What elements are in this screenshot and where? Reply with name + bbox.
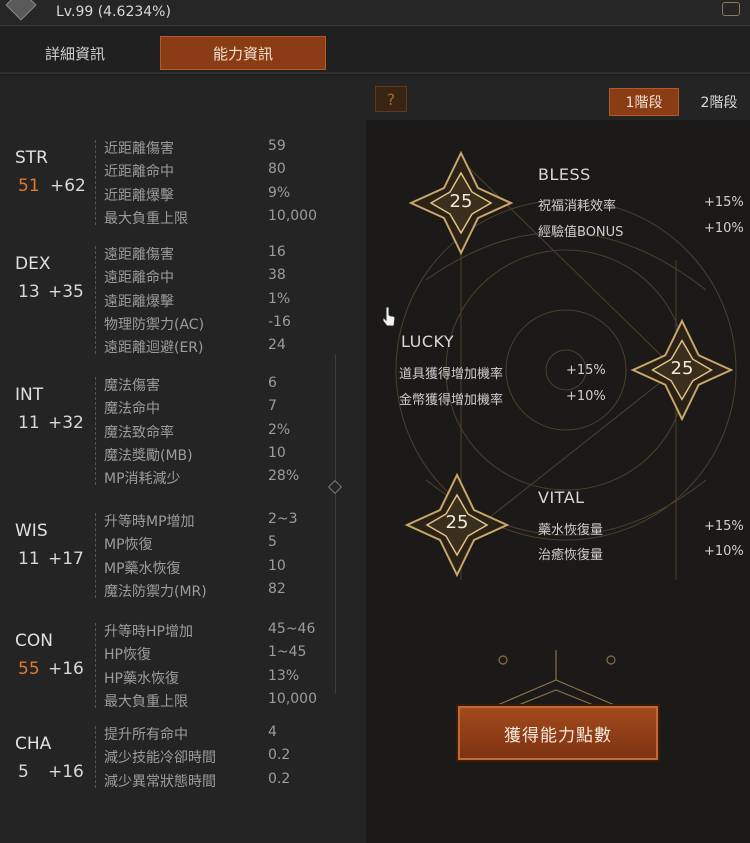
list-item: 物理防禦力(AC) -16 bbox=[104, 313, 291, 333]
tab-details[interactable]: 詳細資訊 bbox=[0, 36, 158, 70]
lucky-effect-label: 道具獲得增加機率 bbox=[399, 367, 504, 382]
ability-header: ? 1階段 2階段 bbox=[366, 76, 750, 120]
stat-name: DEX bbox=[15, 254, 51, 274]
list-item: 最大負重上限 10,000 bbox=[104, 207, 317, 227]
stat-detail-list: 升等時HP增加 45~46 HP恢復 1~45 HP藥水恢復 13% 最大負重上限 10… bbox=[92, 619, 342, 712]
tab-ability-info[interactable]: 能力資訊 bbox=[160, 36, 326, 70]
list-item: MP恢復 5 bbox=[104, 534, 277, 554]
ability-panel: ? 1階段 2階段 25 BLESS 祝福消耗效率 +15% 經驗值BONUS … bbox=[366, 76, 750, 843]
list-item: 遠距離命中 38 bbox=[104, 267, 286, 287]
bless-effect-value: +15% bbox=[704, 195, 744, 210]
help-button[interactable]: ? bbox=[375, 86, 407, 112]
list-item: 魔法致命率 2% bbox=[104, 421, 291, 441]
list-item: MP消耗減少 28% bbox=[104, 468, 300, 488]
list-item: 魔法獎勵(MB) 10 bbox=[104, 444, 286, 464]
stat-detail-list: 近距離傷害 59 近距離命中 80 近距離爆擊 9% 最大負重上限 10,000 bbox=[92, 136, 342, 229]
stat-name: WIS bbox=[15, 521, 48, 541]
lucky-points: 25 bbox=[670, 358, 694, 379]
stat-block-cha: CHA 5 +16 提升所有命中 4 減少技能冷卻時間 0.2 減少異常狀態時間 0.… bbox=[0, 722, 340, 812]
stat-bonus-value: +17 bbox=[48, 549, 84, 569]
stat-base-value: 11 bbox=[18, 549, 40, 569]
tab-stage-2[interactable]: 2階段 bbox=[684, 88, 750, 116]
stat-base-value: 13 bbox=[18, 282, 40, 302]
stat-base-value: 55 bbox=[18, 659, 40, 679]
stat-block-dex: DEX 13 +35 遠距離傷害 16 遠距離命中 38 遠距離爆擊 1% 物理防禦力… bbox=[0, 242, 340, 362]
lucky-effect-value: +15% bbox=[566, 363, 606, 378]
level-text: Lv.99 (4.6234%) bbox=[56, 4, 171, 20]
list-item: 魔法傷害 6 bbox=[104, 375, 277, 394]
tab-stage-1[interactable]: 1階段 bbox=[609, 88, 679, 116]
stat-base-value: 5 bbox=[18, 762, 29, 782]
stat-detail-list: 魔法傷害 6 魔法命中 7 魔法致命率 2% 魔法獎勵(MB) 10 MP消耗減少 28% bbox=[92, 373, 342, 489]
stat-bonus-value: +32 bbox=[48, 413, 84, 433]
list-item: HP藥水恢復 13% bbox=[104, 667, 300, 687]
bless-points: 25 bbox=[449, 191, 473, 212]
stat-base-value: 51 bbox=[18, 176, 40, 196]
stats-panel: STR 51 +62 近距離傷害 59 近距離命中 80 近距離爆擊 9% 最大負重上… bbox=[0, 76, 366, 843]
get-ability-points-button[interactable]: 獲得能力點數 bbox=[458, 706, 658, 760]
list-item: 近距離命中 80 bbox=[104, 161, 286, 181]
top-bar: Lv.99 (4.6234%) bbox=[0, 0, 750, 26]
vital-effect-label: 藥水恢復量 bbox=[538, 523, 604, 538]
list-item: 最大負重上限 10,000 bbox=[104, 690, 317, 710]
list-item: 遠距離迴避(ER) 24 bbox=[104, 337, 286, 357]
list-item: 遠距離傷害 16 bbox=[104, 244, 286, 263]
stat-detail-list: 升等時MP增加 2~3 MP恢復 5 MP藥水恢復 10 魔法防禦力(MR) 82 bbox=[92, 509, 342, 602]
list-item: 近距離傷害 59 bbox=[104, 138, 286, 157]
list-item: 減少技能冷卻時間 0.2 bbox=[104, 747, 291, 767]
list-item: MP藥水恢復 10 bbox=[104, 557, 286, 577]
stat-detail-list: 提升所有命中 4 減少技能冷卻時間 0.2 減少異常狀態時間 0.2 bbox=[92, 722, 342, 792]
stat-base-value: 11 bbox=[18, 413, 40, 433]
list-item: 魔法防禦力(MR) 82 bbox=[104, 580, 286, 600]
bless-effect-label: 祝福消耗效率 bbox=[538, 199, 617, 214]
stat-name: STR bbox=[15, 148, 48, 168]
stat-bonus-value: +35 bbox=[48, 282, 84, 302]
vital-title: VITAL bbox=[538, 488, 585, 507]
mouse-cursor-icon bbox=[382, 306, 396, 327]
stat-block-int: INT 11 +32 魔法傷害 6 魔法命中 7 魔法致命率 2% 魔法獎勵(MB) 1… bbox=[0, 373, 340, 493]
list-item: 魔法命中 7 bbox=[104, 398, 277, 418]
list-item: 近距離爆擊 9% bbox=[104, 184, 291, 204]
lucky-effect-value: +10% bbox=[566, 389, 606, 404]
bless-effect-label: 經驗值BONUS bbox=[538, 225, 624, 240]
menu-icon[interactable] bbox=[722, 2, 740, 16]
character-emblem-icon bbox=[5, 0, 37, 21]
stat-name: CON bbox=[15, 631, 53, 651]
lucky-title: LUCKY bbox=[401, 332, 455, 351]
list-item: 遠距離爆擊 1% bbox=[104, 290, 291, 310]
stat-bonus-value: +62 bbox=[50, 176, 86, 196]
vital-effect-label: 治癒恢復量 bbox=[538, 548, 604, 563]
stat-name: CHA bbox=[15, 734, 52, 754]
bless-title: BLESS bbox=[538, 165, 591, 184]
vital-effect-value: +15% bbox=[704, 519, 744, 534]
bless-effect-value: +10% bbox=[704, 221, 744, 236]
list-item: 提升所有命中 4 bbox=[104, 724, 277, 743]
stat-block-wis: WIS 11 +17 升等時MP增加 2~3 MP恢復 5 MP藥水恢復 10 魔法防… bbox=[0, 509, 340, 609]
lucky-effect-label: 金幣獲得增加機率 bbox=[399, 393, 504, 408]
stat-bonus-value: +16 bbox=[48, 659, 84, 679]
stat-block-str: STR 51 +62 近距離傷害 59 近距離命中 80 近距離爆擊 9% 最大負重上… bbox=[0, 136, 340, 236]
list-item: HP恢復 1~45 bbox=[104, 644, 307, 664]
vital-points: 25 bbox=[445, 512, 469, 533]
stat-bonus-value: +16 bbox=[48, 762, 84, 782]
list-item: 減少異常狀態時間 0.2 bbox=[104, 770, 291, 790]
stat-block-con: CON 55 +16 升等時HP增加 45~46 HP恢復 1~45 HP藥水恢復 1… bbox=[0, 619, 340, 719]
vital-effect-value: +10% bbox=[704, 544, 744, 559]
list-item: 升等時MP增加 2~3 bbox=[104, 511, 298, 530]
stat-name: INT bbox=[15, 385, 44, 405]
list-item: 升等時HP增加 45~46 bbox=[104, 621, 316, 640]
stat-detail-list: 遠距離傷害 16 遠距離命中 38 遠距離爆擊 1% 物理防禦力(AC) -16 遠距離… bbox=[92, 242, 342, 358]
tab-bar: 詳細資訊 能力資訊 bbox=[0, 26, 750, 74]
